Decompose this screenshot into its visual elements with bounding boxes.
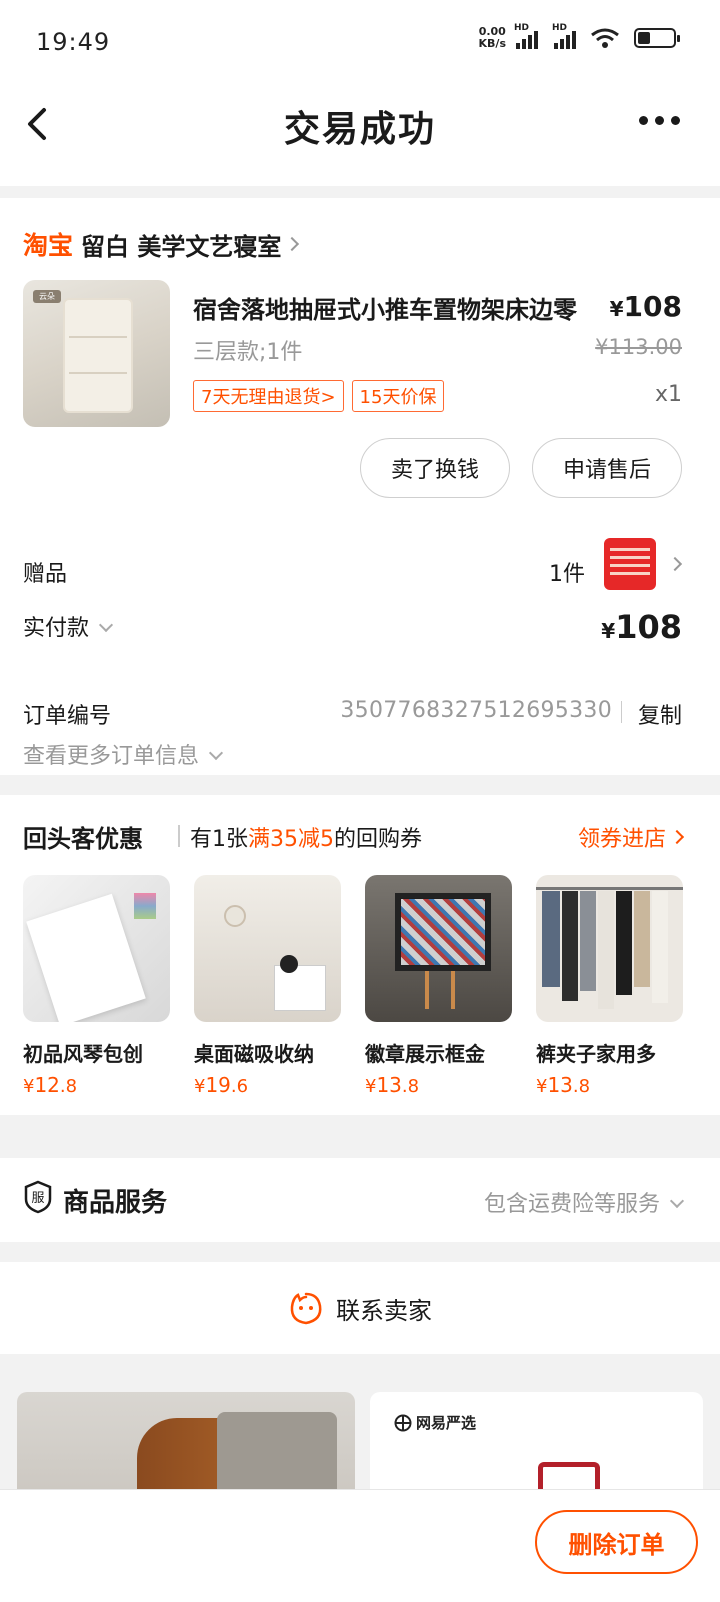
gift-label: 赠品	[23, 562, 68, 587]
recommend-name: 桌面磁吸收纳	[194, 1042, 314, 1066]
product-spec: 三层款;1件	[193, 340, 303, 365]
chevron-down-icon	[208, 745, 224, 761]
payment-amount: ¥108	[601, 608, 682, 646]
order-card: 淘宝 留白 美学文艺寝室 云朵 宿舍落地抽屉式小推车置物架床边零 ¥108 三层…	[0, 198, 720, 775]
more-dots-icon[interactable]	[639, 116, 680, 125]
service-desc: 包含运费险等服务	[484, 1186, 685, 1218]
chevron-right-icon	[669, 829, 685, 845]
payment-label[interactable]: 实付款	[23, 610, 114, 642]
sell-button[interactable]: 卖了换钱	[360, 438, 510, 498]
service-badges: 7天无理由退货> 15天价保	[193, 380, 445, 412]
product-image[interactable]: 云朵	[23, 280, 170, 427]
gift-count[interactable]: 1件	[549, 556, 585, 588]
get-coupon-link[interactable]: 领券进店	[578, 821, 685, 853]
page-title: 交易成功	[283, 109, 436, 150]
recommend-price: ¥13.8	[365, 1073, 420, 1097]
signal-icon: HD	[552, 23, 576, 49]
order-no-label: 订单编号	[23, 704, 112, 729]
status-bar: 19:49 0.00 KB/s HD HD	[0, 0, 720, 84]
status-icons: 0.00 KB/s HD HD	[478, 23, 680, 50]
gift-image[interactable]	[604, 538, 656, 590]
recommend-image	[23, 875, 170, 1022]
recommend-name: 裤夹子家用多	[536, 1042, 656, 1066]
after-sale-button[interactable]: 申请售后	[532, 438, 682, 498]
product-price: ¥108	[609, 290, 682, 323]
product-image-tag: 云朵	[33, 290, 61, 303]
shop-name: 留白 美学文艺寝室	[81, 232, 282, 261]
shop-link[interactable]: 淘宝 留白 美学文艺寝室	[23, 226, 300, 262]
signal-icon: HD	[514, 23, 538, 49]
recommend-image	[536, 875, 683, 1022]
recommend-item[interactable]: 徽章展示框金 ¥13.8	[365, 875, 512, 1097]
copy-button[interactable]: 复制	[638, 698, 682, 730]
service-title: 商品服务	[63, 1188, 168, 1218]
recommend-price: ¥13.8	[536, 1073, 591, 1097]
returning-title: 回头客优惠	[23, 825, 143, 853]
chevron-down-icon	[98, 617, 114, 633]
recommend-item[interactable]: 初品风琴包创 ¥12.8	[23, 875, 170, 1097]
recommend-price: ¥19.6	[194, 1073, 249, 1097]
svg-text:服: 服	[31, 1191, 44, 1206]
price-protect-badge: 15天价保	[351, 380, 445, 412]
wifi-icon	[591, 28, 619, 48]
divider	[621, 701, 622, 723]
recommend-image	[194, 875, 341, 1022]
chevron-right-icon[interactable]	[667, 556, 683, 572]
contact-seller-button[interactable]: 联系卖家	[0, 1290, 720, 1326]
delete-order-button[interactable]: 删除订单	[535, 1510, 698, 1574]
recommend-item[interactable]: 桌面磁吸收纳 ¥19.6	[194, 875, 341, 1097]
returning-customer-card: 回头客优惠 有1张满35减5的回购券 领券进店 初品风琴包创 ¥12.8 桌面磁…	[0, 795, 720, 1115]
chevron-right-icon	[285, 236, 300, 252]
recommend-item[interactable]: 裤夹子家用多 ¥13.8	[536, 875, 683, 1097]
coupon-desc: 有1张满35减5的回购券	[190, 827, 423, 852]
recommend-name: 徽章展示框金	[365, 1042, 485, 1066]
brand-logo: 网易严选	[394, 1412, 476, 1433]
status-time: 19:49	[36, 28, 111, 56]
order-detail-page: 19:49 0.00 KB/s HD HD 交易成功 淘宝 留白 美学文艺寝室 …	[0, 0, 720, 1602]
return-badge[interactable]: 7天无理由退货>	[193, 380, 344, 412]
battery-icon	[634, 28, 680, 48]
more-order-info[interactable]: 查看更多订单信息	[23, 738, 224, 770]
divider	[178, 825, 180, 847]
recommend-image	[365, 875, 512, 1022]
net-speed: 0.00 KB/s	[478, 25, 506, 50]
order-number: 3507768327512695330	[340, 698, 612, 723]
bottom-action-bar: 删除订单	[0, 1489, 720, 1602]
chevron-down-icon	[669, 1193, 685, 1209]
product-quantity: x1	[654, 382, 682, 407]
netease-icon	[394, 1414, 412, 1431]
nav-bar: 交易成功	[0, 84, 720, 186]
recommend-name: 初品风琴包创	[23, 1042, 143, 1066]
taobao-logo: 淘宝	[23, 231, 74, 260]
recommend-price: ¥12.8	[23, 1073, 78, 1097]
service-card[interactable]: 服 商品服务 包含运费险等服务	[0, 1158, 720, 1242]
service-shield-icon: 服	[24, 1180, 52, 1214]
product-title[interactable]: 宿舍落地抽屉式小推车置物架床边零	[193, 290, 618, 325]
contact-card[interactable]: 联系卖家	[0, 1262, 720, 1354]
original-price: ¥113.00	[595, 335, 682, 359]
seller-face-icon	[290, 1292, 322, 1325]
